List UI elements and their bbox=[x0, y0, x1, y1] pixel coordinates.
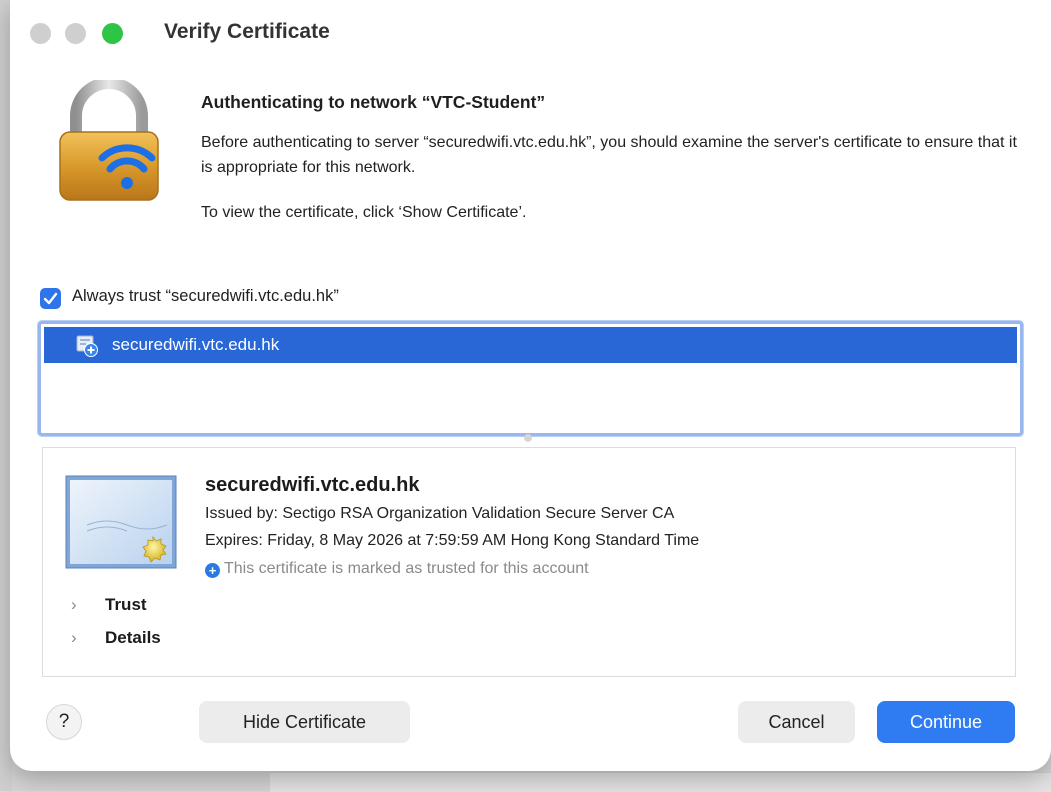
chevron-right-icon: › bbox=[71, 595, 77, 614]
verify-certificate-dialog: Verify Certificate Authenticating to net… bbox=[10, 0, 1051, 771]
always-trust-label[interactable]: Always trust “securedwifi.vtc.edu.hk” bbox=[72, 287, 339, 306]
list-item-label: securedwifi.vtc.edu.hk bbox=[112, 335, 280, 354]
hide-certificate-button[interactable]: Hide Certificate bbox=[199, 701, 410, 743]
trust-section-label: Trust bbox=[105, 595, 147, 614]
split-view-handle[interactable] bbox=[524, 434, 532, 442]
continue-button[interactable]: Continue bbox=[877, 701, 1015, 743]
certificate-expiry: Expires: Friday, 8 May 2026 at 7:59:59 A… bbox=[205, 532, 700, 549]
list-item[interactable]: securedwifi.vtc.edu.hk bbox=[44, 327, 1017, 363]
cancel-button[interactable]: Cancel bbox=[738, 701, 855, 743]
trusted-status-text: This certificate is marked as trusted fo… bbox=[224, 560, 589, 577]
certificate-issuer: Issued by: Sectigo RSA Organization Vali… bbox=[205, 505, 675, 522]
details-section-label: Details bbox=[105, 628, 161, 647]
certificate-list[interactable]: securedwifi.vtc.edu.hk bbox=[38, 321, 1023, 436]
close-window-button[interactable] bbox=[30, 23, 51, 44]
title-bar: Verify Certificate bbox=[10, 0, 1051, 64]
checkmark-icon bbox=[43, 292, 58, 305]
always-trust-checkbox[interactable] bbox=[40, 288, 61, 309]
certificate-name: securedwifi.vtc.edu.hk bbox=[205, 474, 420, 496]
chevron-right-icon: › bbox=[71, 628, 77, 647]
plus-circle-icon: + bbox=[205, 563, 220, 578]
certificate-icon bbox=[65, 475, 177, 569]
dialog-description: Before authenticating to server “secured… bbox=[201, 134, 1017, 176]
trusted-status: + This certificate is marked as trusted f… bbox=[205, 560, 589, 578]
certificate-detail-panel: securedwifi.vtc.edu.hk Issued by: Sectig… bbox=[42, 447, 1016, 677]
minimize-window-button[interactable] bbox=[65, 23, 86, 44]
maximize-window-button[interactable] bbox=[102, 23, 123, 44]
desktop-window-behind bbox=[270, 772, 1051, 792]
window-title: Verify Certificate bbox=[164, 20, 330, 43]
certificate-plus-icon bbox=[76, 335, 98, 357]
lock-wifi-icon bbox=[59, 80, 159, 201]
dialog-instruction: To view the certificate, click ‘Show Cer… bbox=[201, 204, 527, 221]
dialog-heading: Authenticating to network “VTC-Student” bbox=[201, 92, 546, 112]
help-button[interactable]: ? bbox=[46, 704, 82, 740]
